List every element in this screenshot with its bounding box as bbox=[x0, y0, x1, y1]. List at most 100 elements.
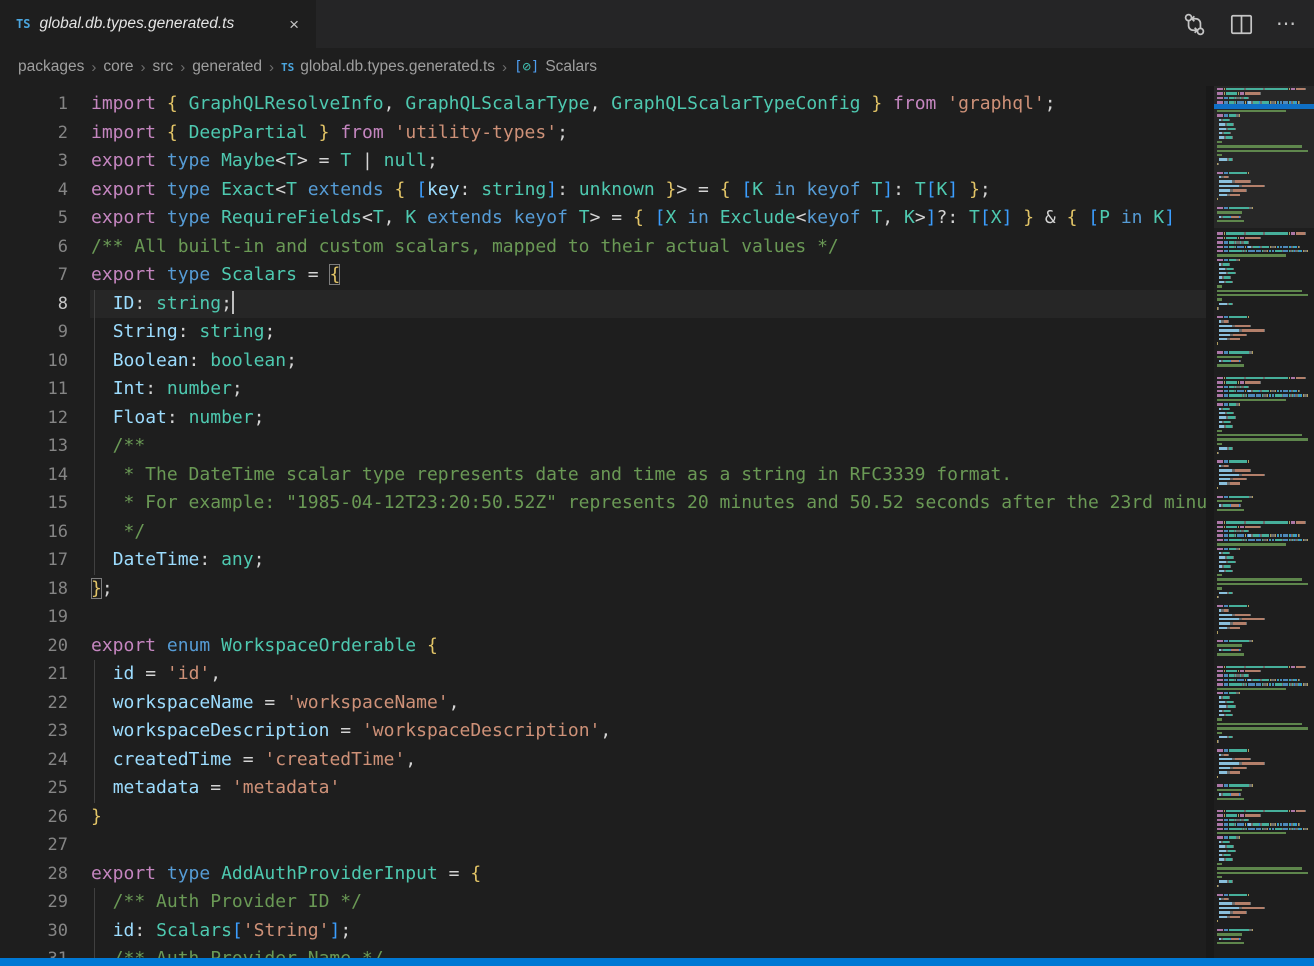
compare-changes-icon[interactable] bbox=[1182, 12, 1207, 37]
line-number[interactable]: 11 bbox=[0, 375, 90, 404]
indent-guide bbox=[94, 404, 95, 433]
line-number[interactable]: 25 bbox=[0, 774, 90, 803]
code-line[interactable]: workspaceName = 'workspaceName', bbox=[90, 689, 1207, 718]
breadcrumb-item-scalars[interactable]: [⊘]Scalars bbox=[514, 58, 597, 76]
code-line[interactable]: }; bbox=[90, 575, 1207, 604]
minimap-current-line bbox=[1214, 104, 1314, 109]
code-line[interactable]: */ bbox=[90, 518, 1207, 547]
line-number[interactable]: 12 bbox=[0, 404, 90, 433]
more-actions-icon[interactable]: ⋯ bbox=[1276, 14, 1298, 34]
code-line[interactable]: } bbox=[90, 803, 1207, 832]
line-number[interactable]: 8 bbox=[0, 290, 90, 319]
breadcrumb-item-packages[interactable]: packages bbox=[18, 58, 84, 76]
minimap[interactable] bbox=[1214, 86, 1314, 958]
code-line[interactable]: workspaceDescription = 'workspaceDescrip… bbox=[90, 717, 1207, 746]
breadcrumb-separator: › bbox=[269, 59, 274, 76]
tab-close-icon[interactable]: × bbox=[284, 14, 304, 35]
code-line[interactable]: Boolean: boolean; bbox=[90, 347, 1207, 376]
code-lines[interactable]: import { GraphQLResolveInfo, GraphQLScal… bbox=[90, 86, 1207, 958]
code-line[interactable]: export type Scalars = { bbox=[90, 261, 1207, 290]
breadcrumb-item-src[interactable]: src bbox=[153, 58, 174, 76]
typescript-file-icon: TS bbox=[16, 17, 30, 31]
code-line[interactable]: /** All built-in and custom scalars, map… bbox=[90, 233, 1207, 262]
code-line[interactable] bbox=[90, 831, 1207, 860]
line-number[interactable]: 17 bbox=[0, 546, 90, 575]
overview-ruler bbox=[1206, 86, 1214, 958]
line-number[interactable]: 26 bbox=[0, 803, 90, 832]
code-line[interactable]: Int: number; bbox=[90, 375, 1207, 404]
line-number[interactable]: 6 bbox=[0, 233, 90, 262]
line-number[interactable]: 27 bbox=[0, 831, 90, 860]
line-number[interactable]: 2 bbox=[0, 119, 90, 148]
line-number[interactable]: 24 bbox=[0, 746, 90, 775]
breadcrumb-separator: › bbox=[502, 59, 507, 76]
code-line[interactable]: DateTime: any; bbox=[90, 546, 1207, 575]
line-number[interactable]: 29 bbox=[0, 888, 90, 917]
code-line[interactable]: export enum WorkspaceOrderable { bbox=[90, 632, 1207, 661]
line-number[interactable]: 18 bbox=[0, 575, 90, 604]
code-line[interactable] bbox=[90, 603, 1207, 632]
breadcrumb-label: core bbox=[103, 58, 133, 76]
line-number[interactable]: 19 bbox=[0, 603, 90, 632]
code-line[interactable]: ID: string; bbox=[90, 290, 1207, 319]
line-number[interactable]: 21 bbox=[0, 660, 90, 689]
line-number[interactable]: 28 bbox=[0, 860, 90, 889]
tab-title: global.db.types.generated.ts bbox=[39, 15, 234, 33]
code-line[interactable]: id: Scalars['String']; bbox=[90, 917, 1207, 946]
split-editor-icon[interactable] bbox=[1229, 12, 1254, 37]
indent-guide bbox=[94, 774, 95, 803]
line-number[interactable]: 13 bbox=[0, 432, 90, 461]
code-line[interactable]: String: string; bbox=[90, 318, 1207, 347]
code-line[interactable]: id = 'id', bbox=[90, 660, 1207, 689]
code-line[interactable]: createdTime = 'createdTime', bbox=[90, 746, 1207, 775]
indent-guide bbox=[94, 347, 95, 376]
breadcrumb-item-core[interactable]: core bbox=[103, 58, 133, 76]
indent-guide bbox=[94, 746, 95, 775]
code-line[interactable]: export type RequireFields<T, K extends k… bbox=[90, 204, 1207, 233]
line-number[interactable]: 23 bbox=[0, 717, 90, 746]
line-number[interactable]: 3 bbox=[0, 147, 90, 176]
line-number[interactable]: 15 bbox=[0, 489, 90, 518]
line-number[interactable]: 14 bbox=[0, 461, 90, 490]
editor-actions: ⋯ bbox=[1182, 0, 1314, 48]
breadcrumb-separator: › bbox=[141, 59, 146, 76]
line-number[interactable]: 30 bbox=[0, 917, 90, 946]
indent-guide bbox=[94, 888, 95, 917]
tab-global-db-types[interactable]: TS global.db.types.generated.ts × bbox=[0, 0, 316, 48]
code-line[interactable]: /** bbox=[90, 432, 1207, 461]
line-number[interactable]: 16 bbox=[0, 518, 90, 547]
breadcrumb-item-global-db-types-generated-ts[interactable]: TSglobal.db.types.generated.ts bbox=[281, 58, 495, 76]
status-bar bbox=[0, 958, 1314, 966]
text-cursor bbox=[232, 291, 234, 314]
indent-guide bbox=[94, 489, 95, 518]
code-line[interactable]: export type Exact<T extends { [key: stri… bbox=[90, 176, 1207, 205]
line-number[interactable]: 5 bbox=[0, 204, 90, 233]
code-line[interactable]: import { GraphQLResolveInfo, GraphQLScal… bbox=[90, 90, 1207, 119]
code-line[interactable]: export type Maybe<T> = T | null; bbox=[90, 147, 1207, 176]
breadcrumb-item-generated[interactable]: generated bbox=[192, 58, 262, 76]
code-line[interactable]: * The DateTime scalar type represents da… bbox=[90, 461, 1207, 490]
code-line[interactable]: /** Auth Provider ID */ bbox=[90, 888, 1207, 917]
code-line[interactable]: /** Auth Provider Name */ bbox=[90, 945, 1207, 958]
line-number[interactable]: 4 bbox=[0, 176, 90, 205]
code-line[interactable]: * For example: "1985-04-12T23:20:50.52Z"… bbox=[90, 489, 1207, 518]
line-number[interactable]: 9 bbox=[0, 318, 90, 347]
code-line[interactable]: export type AddAuthProviderInput = { bbox=[90, 860, 1207, 889]
breadcrumb-label: src bbox=[153, 58, 174, 76]
code-line[interactable]: metadata = 'metadata' bbox=[90, 774, 1207, 803]
breadcrumb-label: generated bbox=[192, 58, 262, 76]
line-number[interactable]: 20 bbox=[0, 632, 90, 661]
indent-guide bbox=[94, 660, 95, 689]
gutter[interactable]: 1234567891011121314151617181920212223242… bbox=[0, 86, 90, 958]
indent-guide bbox=[94, 318, 95, 347]
indent-guide bbox=[94, 461, 95, 490]
code-editor[interactable]: 1234567891011121314151617181920212223242… bbox=[0, 86, 1314, 958]
line-number[interactable]: 7 bbox=[0, 261, 90, 290]
line-number[interactable]: 31 bbox=[0, 945, 90, 958]
vscode-window: TS global.db.types.generated.ts × bbox=[0, 0, 1314, 966]
code-line[interactable]: Float: number; bbox=[90, 404, 1207, 433]
code-line[interactable]: import { DeepPartial } from 'utility-typ… bbox=[90, 119, 1207, 148]
line-number[interactable]: 1 bbox=[0, 90, 90, 119]
line-number[interactable]: 22 bbox=[0, 689, 90, 718]
line-number[interactable]: 10 bbox=[0, 347, 90, 376]
